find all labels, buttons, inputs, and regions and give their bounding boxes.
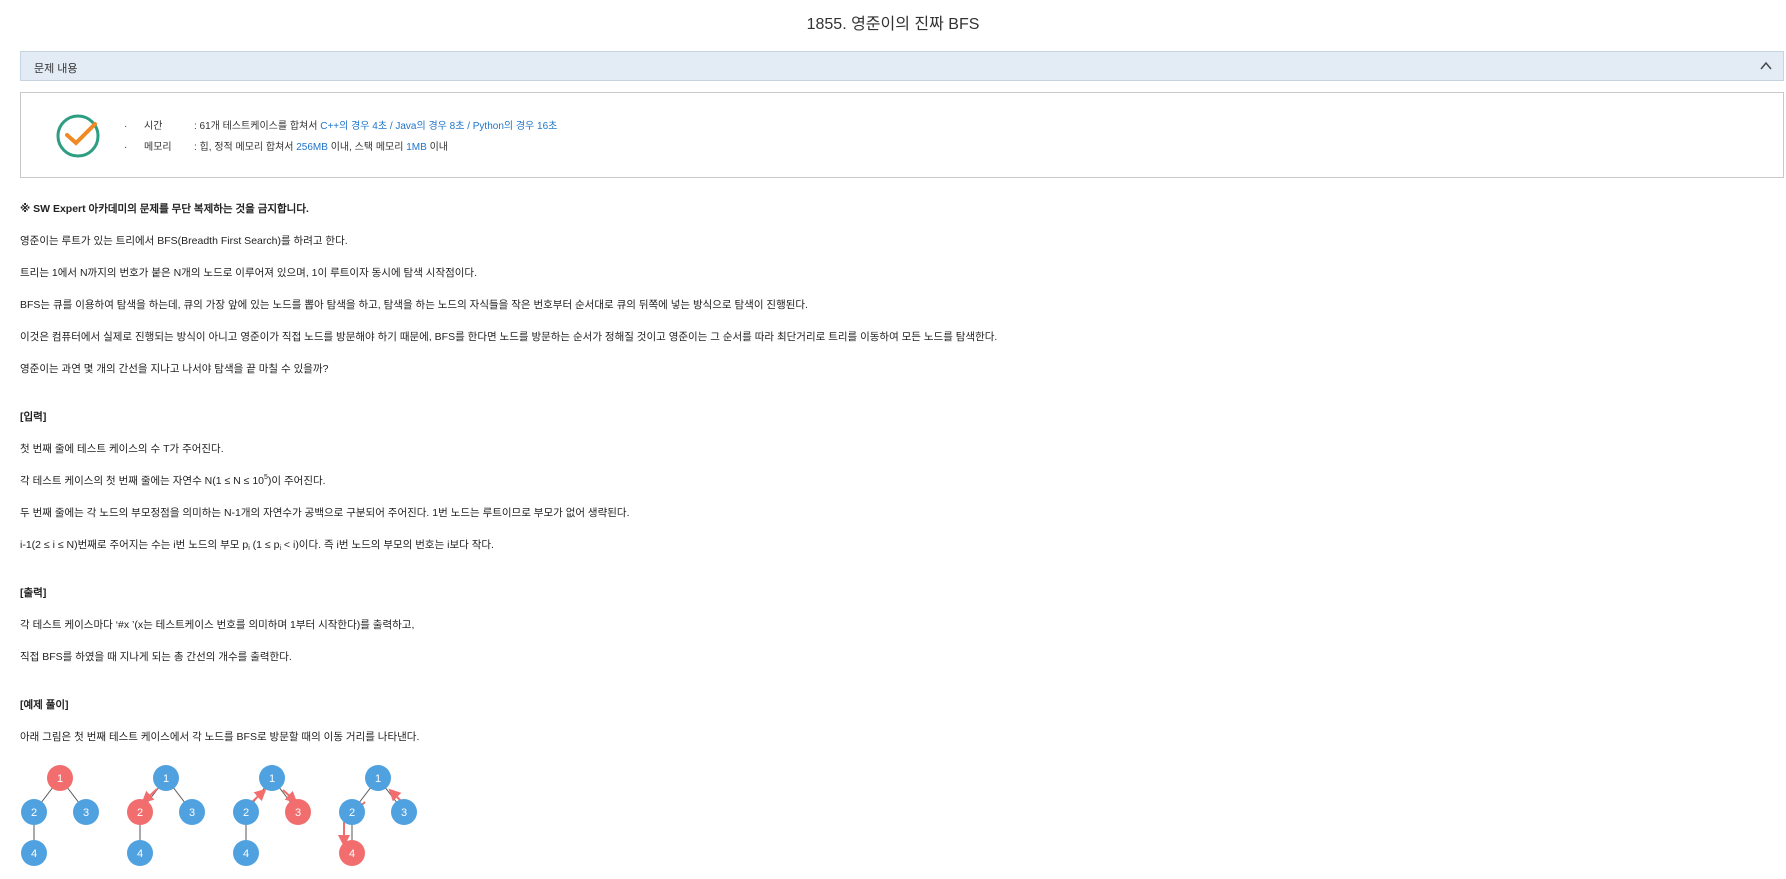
output-line: 직접 BFS를 하였을 때 지나게 되는 총 간선의 개수를 출력한다. [20, 651, 292, 663]
node-label: 2 [137, 807, 143, 819]
node-label: 3 [401, 807, 407, 819]
output-line: 각 테스트 케이스마다 ‘#x ’(x는 테스트케이스 번호를 의미하며 1부터… [20, 619, 415, 631]
move-arrow [251, 788, 267, 803]
limits-box: · 시간: 61개 테스트케이스를 합쳐서 C++의 경우 4초 / Java의 … [20, 92, 1784, 178]
paragraph: 트리는 1에서 N까지의 번호가 붙은 N개의 노드로 이루어져 있으며, 1이… [20, 267, 478, 279]
text: < i)이다. 즉 i번 노드의 부모의 번호는 i보다 작다. [281, 539, 494, 551]
node-label: 1 [57, 773, 63, 785]
memory-prefix: : 힙, 정적 메모리 합쳐서 [194, 142, 297, 153]
chevron-up-icon[interactable] [1759, 59, 1773, 73]
stack-limit: 1MB [406, 142, 427, 153]
node-label: 2 [31, 807, 37, 819]
notice: ※ SW Expert 아카데미의 문제를 무단 복제하는 것을 금지합니다. [20, 203, 309, 215]
memory-suffix: 이내 [426, 142, 448, 153]
node-label: 2 [243, 807, 249, 819]
section-label: 문제 내용 [34, 63, 78, 75]
paragraph: BFS는 큐를 이용하여 탐색을 하는데, 큐의 가장 앞에 있는 노드를 뽑아… [20, 299, 808, 311]
example-heading: [예제 풀이] [20, 699, 69, 711]
text: i-1(2 ≤ i ≤ N)번째로 주어지는 수는 i번 노드의 부모 p [20, 539, 249, 551]
bfs-step-tree: 1 2 3 4 [21, 765, 99, 866]
memory-key: 메모리 [144, 142, 172, 153]
text: 각 테스트 케이스의 첫 번째 줄에는 자연수 N(1 ≤ N ≤ 10 [20, 475, 265, 487]
time-key: 시간 [144, 121, 163, 132]
node-label: 1 [163, 773, 169, 785]
time-prefix: : 61개 테스트케이스를 합쳐서 [194, 121, 321, 132]
input-heading: [입력] [20, 411, 47, 423]
time-limit: · 시간: 61개 테스트케이스를 합쳐서 C++의 경우 4초 / Java의 … [124, 117, 557, 138]
node-label: 4 [349, 848, 355, 860]
node-label: 4 [137, 848, 143, 860]
input-line: 첫 번째 줄에 테스트 케이스의 수 T가 주어진다. [20, 443, 224, 455]
paragraph: 이것은 컴퓨터에서 실제로 진행되는 방식이 아니고 영준이가 직접 노드를 방… [20, 331, 998, 343]
problem-section-header[interactable]: 문제 내용 [20, 51, 1784, 81]
node-label: 1 [269, 773, 275, 785]
node-label: 3 [189, 807, 195, 819]
node-label: 4 [243, 848, 249, 860]
time-values: C++의 경우 4초 / Java의 경우 8초 / Python의 경우 16… [320, 121, 558, 132]
output-heading: [출력] [20, 587, 47, 599]
node-label: 4 [31, 848, 37, 860]
check-circle-icon [56, 114, 100, 158]
node-label: 3 [83, 807, 89, 819]
page-title: 1855. 영준이의 진짜 BFS [806, 16, 980, 33]
limits-list: · 시간: 61개 테스트케이스를 합쳐서 C++의 경우 4초 / Java의 … [124, 117, 557, 159]
paragraph: 영준이는 과연 몇 개의 간선을 지나고 나서야 탐색을 끝 마칠 수 있을까? [20, 363, 329, 375]
memory-mid: 이내, 스택 메모리 [327, 142, 407, 153]
example-line: 아래 그림은 첫 번째 테스트 케이스에서 각 노드를 BFS로 방문할 때의 … [20, 731, 420, 743]
bfs-trees-figure: 1 2 3 4 1 2 3 4 1 2 3 4 1 2 3 4 [21, 765, 417, 866]
input-line: i-1(2 ≤ i ≤ N)번째로 주어지는 수는 i번 노드의 부모 pi (… [20, 537, 494, 552]
text: (1 ≤ p [249, 539, 280, 551]
input-line: 두 번째 줄에는 각 노드의 부모정점을 의미하는 N-1개의 자연수가 공백으… [20, 507, 630, 519]
input-line: 각 테스트 케이스의 첫 번째 줄에는 자연수 N(1 ≤ N ≤ 105)이 … [20, 473, 326, 488]
bfs-step-tree: 1 2 3 4 [233, 765, 311, 866]
paragraph: 영준이는 루트가 있는 트리에서 BFS(Breadth First Searc… [20, 235, 348, 247]
bfs-step-tree: 1 2 3 4 [127, 765, 205, 866]
node-label: 3 [295, 807, 301, 819]
text: )이 주어진다. [267, 475, 326, 487]
node-label: 2 [349, 807, 355, 819]
node-label: 1 [375, 773, 381, 785]
memory-limit: · 메모리: 힙, 정적 메모리 합쳐서 256MB 이내, 스택 메모리 1MB… [124, 138, 557, 159]
bfs-step-tree: 1 2 3 4 [338, 765, 417, 866]
heap-limit: 256MB [296, 142, 328, 153]
